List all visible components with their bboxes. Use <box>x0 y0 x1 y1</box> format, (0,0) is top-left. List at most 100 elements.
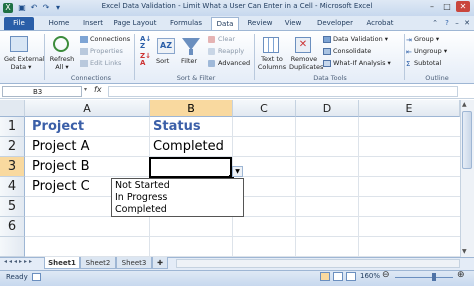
zoom-slider-thumb[interactable] <box>432 273 436 281</box>
dropdown-option-completed[interactable]: Completed <box>115 204 167 215</box>
row-header-2[interactable]: 2 <box>0 137 25 157</box>
tab-data[interactable]: Data <box>211 17 239 30</box>
column-header-d[interactable]: D <box>296 100 359 117</box>
data-validation-button[interactable]: Data Validation ▾ <box>333 35 388 43</box>
scroll-down-icon[interactable]: ▼ <box>462 248 467 255</box>
formula-input[interactable] <box>108 86 458 97</box>
filter-button[interactable]: Filter <box>181 57 197 65</box>
active-cell-b3[interactable] <box>149 157 232 178</box>
dropdown-option-not-started[interactable]: Not Started <box>115 180 170 191</box>
text-to-columns-button[interactable]: Text to Columns <box>256 55 288 71</box>
ribbon-separator <box>44 34 45 80</box>
window-title: Excel Data Validation - Limit What a Use… <box>101 2 373 10</box>
workbook-minimize-icon[interactable]: – <box>452 17 462 30</box>
text-to-columns-icon <box>263 37 279 53</box>
cell-b2[interactable]: Completed <box>149 137 224 157</box>
group-button[interactable]: Group ▾ <box>414 35 439 43</box>
scroll-thumb[interactable] <box>462 111 472 169</box>
what-if-analysis-button[interactable]: What-If Analysis ▾ <box>333 59 391 67</box>
data-validation-icon <box>323 36 331 43</box>
macro-record-icon[interactable] <box>32 273 41 281</box>
cell-a4[interactable]: Project C <box>28 177 90 197</box>
tab-developer[interactable]: Developer <box>313 17 357 30</box>
grid-line <box>295 117 296 257</box>
row-header-1[interactable]: 1 <box>0 117 25 137</box>
dropdown-option-in-progress[interactable]: In Progress <box>115 192 167 203</box>
sort-dialog-icon: AZ <box>157 38 175 54</box>
sheet-tab-sheet1[interactable]: Sheet1 <box>44 257 80 269</box>
zoom-in-icon[interactable]: ⊕ <box>457 270 465 280</box>
subtotal-icon: Σ <box>406 60 411 68</box>
get-external-data-button[interactable]: Get External Data ▾ <box>4 55 45 71</box>
connections-button[interactable]: Connections <box>90 35 130 43</box>
ribbon-minimize-icon[interactable]: ⌃ <box>430 17 440 30</box>
data-tools-group-label: Data Tools <box>313 74 347 82</box>
ungroup-button[interactable]: Ungroup ▾ <box>414 47 447 55</box>
minimize-icon[interactable]: – <box>425 1 439 12</box>
name-box[interactable]: B3 <box>2 86 82 97</box>
insert-sheet-icon[interactable]: ✚ <box>152 257 168 269</box>
close-icon[interactable]: ✕ <box>456 1 470 12</box>
page-layout-view-icon[interactable] <box>333 272 343 281</box>
ribbon-separator <box>134 34 135 80</box>
zoom-slider-track[interactable] <box>395 277 453 278</box>
refresh-all-icon <box>53 36 69 52</box>
workbook-close-icon[interactable]: ✕ <box>462 17 472 30</box>
consolidate-button[interactable]: Consolidate <box>333 47 371 55</box>
cell-b1[interactable]: Status <box>149 117 201 137</box>
sheet-tab-sheet3[interactable]: Sheet3 <box>116 257 152 269</box>
normal-view-icon[interactable] <box>320 272 330 281</box>
cell-a2[interactable]: Project A <box>28 137 90 157</box>
dropdown-arrow-icon[interactable]: ▼ <box>232 166 243 177</box>
select-all-corner[interactable] <box>0 100 25 117</box>
row-header-6[interactable]: 6 <box>0 217 25 237</box>
cell-a1[interactable]: Project <box>28 117 84 137</box>
horizontal-scrollbar[interactable] <box>176 259 460 268</box>
sort-za-icon[interactable]: Z↓ A <box>140 53 151 67</box>
cell-a3[interactable]: Project B <box>28 157 90 177</box>
clear-button[interactable]: Clear <box>218 35 235 43</box>
zoom-level[interactable]: 160% <box>360 272 380 280</box>
row-header-7[interactable] <box>0 237 25 257</box>
refresh-all-button[interactable]: Refresh All ▾ <box>48 55 76 71</box>
insert-function-button[interactable]: fx <box>94 85 102 94</box>
maximize-icon[interactable]: □ <box>440 1 454 12</box>
tab-formulas[interactable]: Formulas <box>166 17 206 30</box>
page-break-view-icon[interactable] <box>346 272 356 281</box>
sheet-nav-icons[interactable]: ◂◂◂▸▸▸ <box>4 258 34 265</box>
status-bar <box>0 270 474 286</box>
connections-group-label: Connections <box>70 74 112 82</box>
column-header-c[interactable]: C <box>233 100 296 117</box>
row-header-5[interactable]: 5 <box>0 197 25 217</box>
clear-icon <box>208 36 215 43</box>
subtotal-button[interactable]: Subtotal <box>414 59 441 67</box>
what-if-analysis-icon <box>323 60 331 67</box>
remove-duplicates-icon: ✕ <box>295 37 311 53</box>
column-header-a[interactable]: A <box>25 100 150 117</box>
reapply-button[interactable]: Reapply <box>218 47 244 55</box>
properties-button[interactable]: Properties <box>90 47 123 55</box>
remove-duplicates-button[interactable]: Remove Duplicates <box>289 55 323 71</box>
tab-acrobat[interactable]: Acrobat <box>362 17 398 30</box>
sort-az-icon[interactable]: A↓ Z <box>140 36 151 50</box>
zoom-out-icon[interactable]: ⊖ <box>382 270 390 280</box>
sort-button[interactable]: Sort <box>156 57 169 65</box>
sheet-tab-sheet2[interactable]: Sheet2 <box>80 257 116 269</box>
column-header-b[interactable]: B <box>150 100 233 117</box>
tab-review[interactable]: Review <box>244 17 276 30</box>
advanced-filter-icon <box>208 60 215 67</box>
tab-file[interactable]: File <box>4 17 34 30</box>
column-header-e[interactable]: E <box>359 100 460 117</box>
name-box-dropdown-icon[interactable]: ▾ <box>84 86 87 93</box>
tab-page-layout[interactable]: Page Layout <box>111 17 159 30</box>
validation-dropdown-list: Not Started In Progress Completed <box>111 178 244 217</box>
tab-view[interactable]: View <box>281 17 305 30</box>
row-header-4[interactable]: 4 <box>0 177 25 197</box>
scroll-up-icon[interactable]: ▲ <box>462 101 467 108</box>
edit-links-button[interactable]: Edit Links <box>90 59 121 67</box>
help-icon[interactable]: ? <box>442 17 452 30</box>
advanced-button[interactable]: Advanced <box>218 59 250 67</box>
tab-home[interactable]: Home <box>44 17 74 30</box>
row-header-3[interactable]: 3 <box>0 157 25 177</box>
tab-insert[interactable]: Insert <box>78 17 108 30</box>
